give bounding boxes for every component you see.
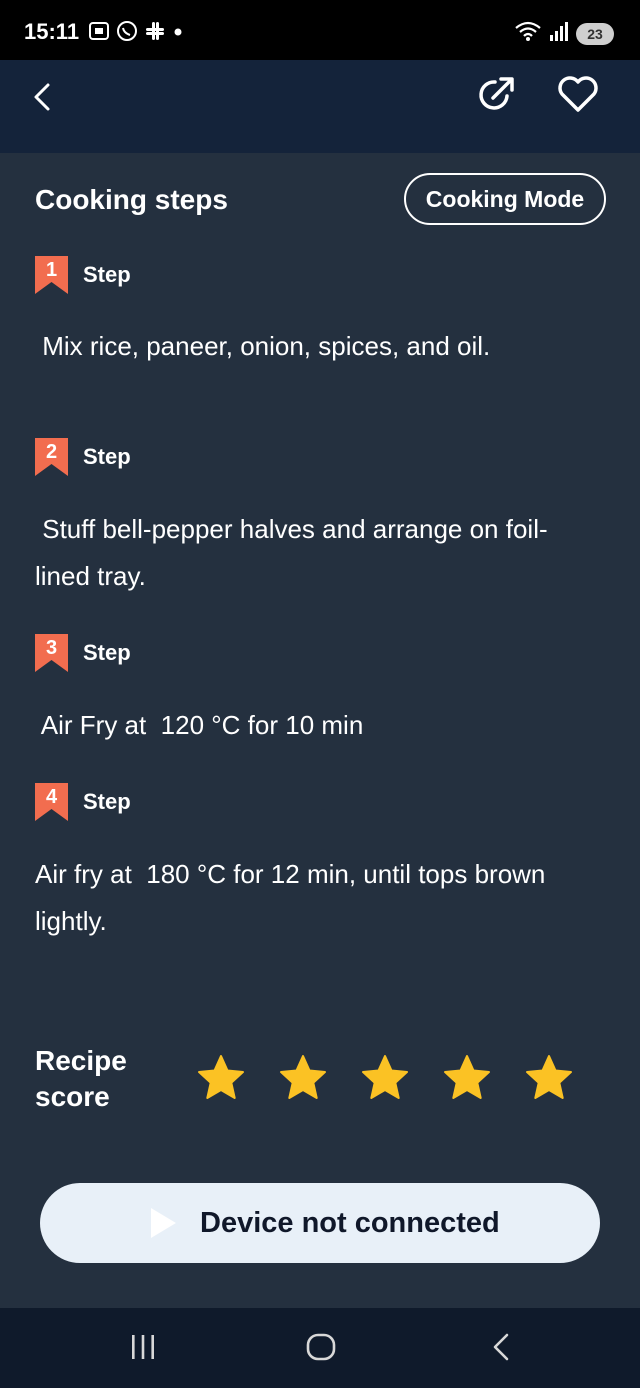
step-header: 4 Step <box>35 783 131 821</box>
nav-back-button[interactable] <box>486 1330 516 1369</box>
status-icons: 23 <box>514 20 614 47</box>
wifi-icon <box>514 20 542 47</box>
recipe-score-label: Recipe score <box>35 1045 127 1112</box>
star-icon[interactable] <box>360 1054 410 1102</box>
recents-icon <box>132 1335 154 1359</box>
step-header: 2 Step <box>35 438 131 476</box>
status-time: 15:11 <box>24 19 80 44</box>
step-label: Step <box>83 789 131 814</box>
step-number-badge: 1 <box>35 256 68 294</box>
heart-icon <box>558 76 598 112</box>
screenshot-icon <box>88 20 110 42</box>
step-number: 2 <box>45 441 58 463</box>
device-status-label: Device not connected <box>200 1207 500 1239</box>
section-title: Cooking steps <box>35 184 228 215</box>
back-button[interactable] <box>22 77 62 117</box>
home-button[interactable] <box>304 1330 338 1369</box>
slack-icon <box>144 20 166 42</box>
status-bar: 15:11 23 <box>0 0 640 60</box>
favorite-button[interactable] <box>555 72 601 116</box>
recents-button[interactable] <box>128 1330 158 1369</box>
app-header <box>0 60 640 153</box>
play-icon <box>151 1208 176 1238</box>
step-text: Stuff bell-pepper halves and arrange on … <box>35 514 548 591</box>
step-number: 1 <box>45 259 58 281</box>
device-status-button[interactable]: Device not connected <box>40 1183 600 1263</box>
step-text: Air Fry at 120 °C for 10 min <box>35 710 364 740</box>
dot-icon <box>172 20 184 42</box>
step-number-badge: 3 <box>35 634 68 672</box>
step-number-badge: 2 <box>35 438 68 476</box>
step-header: 3 Step <box>35 634 131 672</box>
step-text: Air fry at 180 °C for 12 min, until tops… <box>35 859 553 936</box>
step-number: 3 <box>45 637 58 659</box>
notification-icons <box>88 20 184 42</box>
share-icon <box>479 77 514 110</box>
step-label: Step <box>83 444 131 469</box>
step-header: 1 Step <box>35 256 131 294</box>
chevron-left-icon <box>34 83 50 111</box>
cooking-mode-button[interactable]: Cooking Mode <box>404 173 606 225</box>
home-icon <box>306 1333 336 1361</box>
signal-icon <box>548 20 570 47</box>
system-nav-bar <box>0 1308 640 1388</box>
whatsapp-icon <box>116 20 138 42</box>
battery-icon: 23 <box>576 22 614 45</box>
step-text: Mix rice, paneer, onion, spices, and oil… <box>35 331 491 361</box>
step-number-badge: 4 <box>35 783 68 821</box>
star-icon[interactable] <box>524 1054 574 1102</box>
step-number: 4 <box>45 786 58 808</box>
star-icon[interactable] <box>278 1054 328 1102</box>
star-icon[interactable] <box>442 1054 492 1102</box>
step-label: Step <box>83 640 131 665</box>
step-label: Step <box>83 262 131 287</box>
back-icon <box>493 1333 509 1361</box>
share-button[interactable] <box>475 72 519 116</box>
star-icon[interactable] <box>196 1054 246 1102</box>
